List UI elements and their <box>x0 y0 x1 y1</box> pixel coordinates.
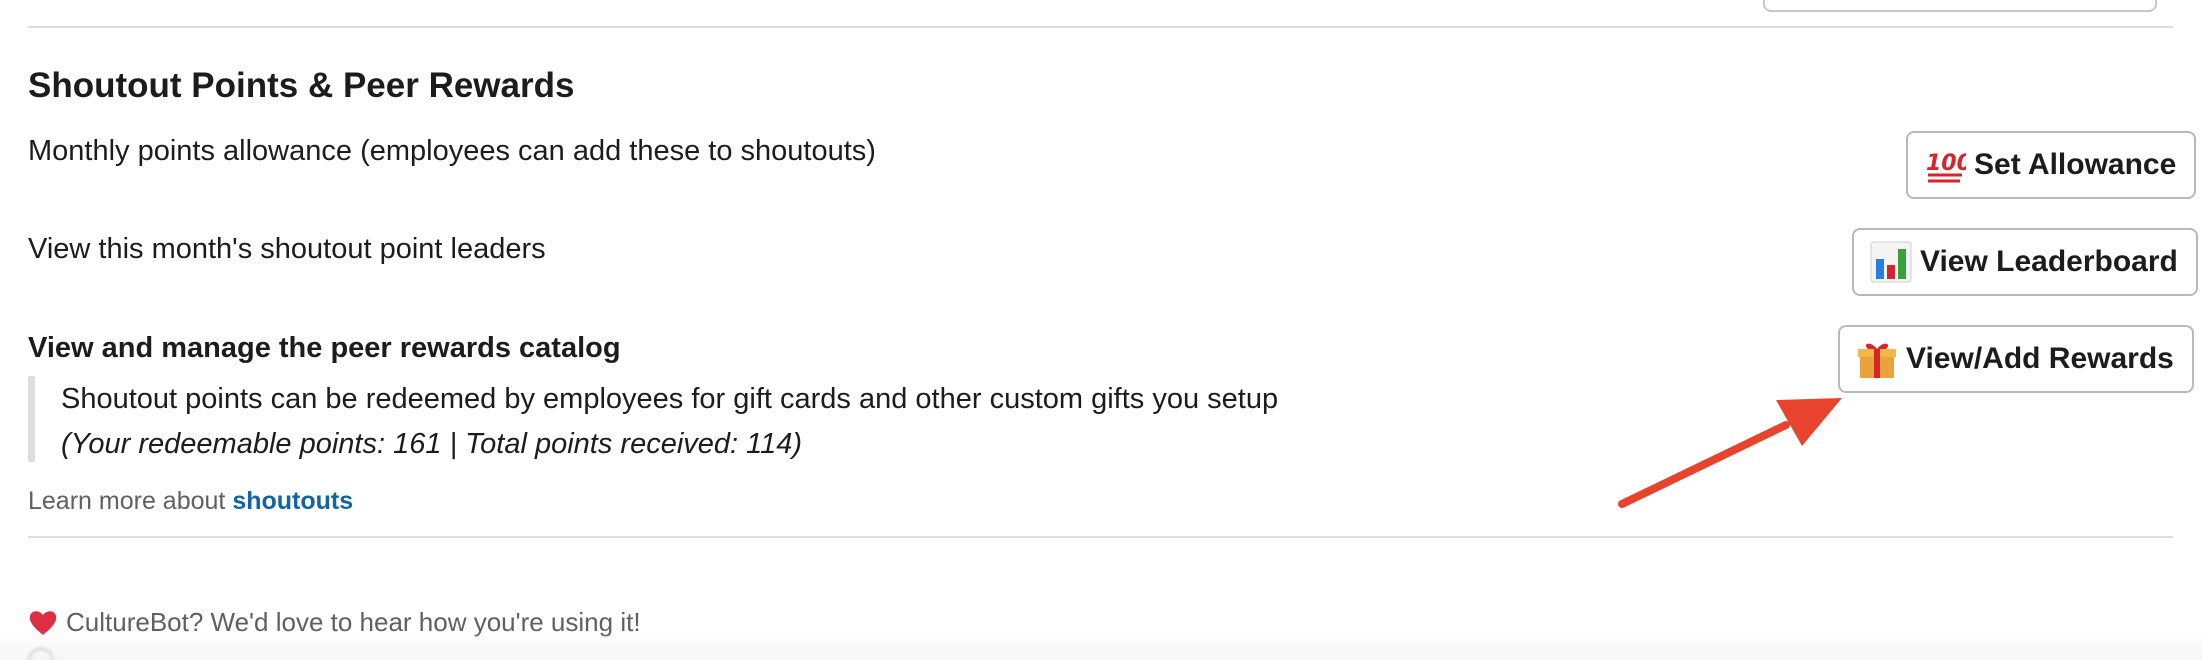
red-arrow-annotation <box>1618 398 1842 508</box>
page: Shoutout Points & Peer Rewards Monthly p… <box>0 0 2202 660</box>
